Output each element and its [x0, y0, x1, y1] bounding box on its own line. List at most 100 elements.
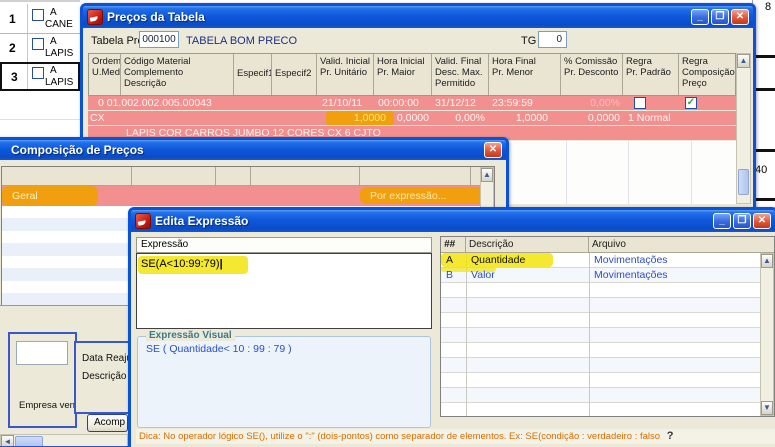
- expressao-visual-value: SE ( Quantidade< 10 : 99 : 79 ): [146, 343, 292, 355]
- variable-descricao: Quantidade: [471, 254, 526, 266]
- column-header[interactable]: ##: [441, 237, 466, 252]
- column-header[interactable]: [471, 167, 480, 185]
- composicao-grid-header: [2, 167, 480, 186]
- hint-bar: Dica: No operador lógico SE(), utilize o…: [136, 429, 775, 444]
- item-type: A: [50, 7, 57, 18]
- acompanha-button[interactable]: Acomp: [87, 414, 128, 432]
- pr-desconto: 0,0000: [587, 112, 620, 124]
- variable-arquivo: Movimentações: [594, 269, 668, 281]
- strip-value: 40: [755, 164, 768, 176]
- empresa-field[interactable]: [16, 341, 68, 365]
- valid-inicial: 21/10/11: [322, 97, 363, 109]
- por-expressao-link[interactable]: Por expressão...: [370, 186, 446, 206]
- column-header[interactable]: Ordem U.Med.: [89, 54, 121, 95]
- column-header[interactable]: [216, 167, 251, 185]
- row-checkbox[interactable]: [32, 38, 44, 50]
- minimize-button[interactable]: _: [691, 9, 709, 25]
- descricao-label: Descrição: [82, 371, 127, 382]
- variables-vertical-scrollbar[interactable]: ▲ ▼: [760, 253, 774, 416]
- window-title: Composição de Preços: [11, 143, 144, 157]
- scroll-up-arrow[interactable]: ▲: [737, 54, 750, 68]
- column-header[interactable]: Hora Final Pr. Menor: [489, 54, 561, 95]
- maximize-button[interactable]: ❐: [711, 9, 729, 25]
- empresa-groupbox: Empresa venc: [8, 332, 80, 428]
- regra-composicao-checkbox[interactable]: ✓: [685, 97, 697, 109]
- edita-titlebar[interactable]: Edita Expressão _ ❐ ✕: [131, 210, 775, 232]
- item-name: LAPIS: [45, 77, 74, 88]
- regra-padrao-checkbox[interactable]: [634, 97, 646, 109]
- minimize-button[interactable]: _: [713, 213, 731, 229]
- variables-grid: ## Descrição Arquivo A Quantidade Movime…: [440, 236, 775, 417]
- precos-grid-header: Ordem U.Med. Código Material Complemento…: [88, 53, 736, 96]
- scroll-up-arrow[interactable]: ▲: [481, 168, 493, 182]
- column-header[interactable]: [2, 167, 132, 185]
- tg-input[interactable]: 0: [538, 31, 567, 48]
- scroll-up-arrow[interactable]: ▲: [761, 254, 773, 268]
- regra-nome: 1 Normal: [628, 112, 671, 124]
- close-button[interactable]: ✕: [731, 9, 749, 25]
- column-header[interactable]: Regra Composição Preço: [679, 54, 737, 95]
- price-row-1[interactable]: 0 01.002.002.005.00043 21/10/11 00:00:00…: [88, 96, 736, 110]
- column-header[interactable]: Valid. Inicial Pr. Unitário: [317, 54, 374, 95]
- app-icon: [135, 213, 151, 229]
- column-header[interactable]: Código Material Complemento Descrição: [121, 54, 234, 95]
- column-header[interactable]: % Comissão Pr. Desconto: [561, 54, 623, 95]
- table-row-selected[interactable]: 3 A LAPIS: [0, 62, 80, 91]
- column-header[interactable]: Regra Pr. Padrão: [623, 54, 679, 95]
- table-row[interactable]: 2 A LAPIS: [0, 33, 80, 63]
- reajuste-groupbox: Data Reaju Descrição: [74, 341, 134, 414]
- window-title: Edita Expressão: [155, 214, 249, 228]
- composicao-titlebar[interactable]: Composição de Preços ✕: [0, 140, 506, 160]
- column-header[interactable]: Descrição: [466, 237, 589, 252]
- table-row[interactable]: 1 A CANE: [0, 4, 80, 34]
- column-header[interactable]: Especif2: [272, 54, 317, 95]
- expressao-visual-label: Expressão Visual: [146, 330, 235, 341]
- variable-descricao: Valor: [471, 269, 495, 281]
- row-number: 1: [9, 12, 16, 26]
- tabela-preco-input[interactable]: 000100: [139, 31, 179, 48]
- row-number: 2: [9, 41, 16, 55]
- pr-menor: 1,0000: [515, 112, 548, 124]
- expressao-visual-group: Expressão Visual SE ( Quantidade< 10 : 9…: [137, 330, 431, 428]
- expressao-header-label: Expressão: [141, 239, 189, 250]
- expressao-value: SE(A<10:99:79): [141, 258, 220, 270]
- app-icon: [87, 9, 103, 25]
- expressao-textarea[interactable]: SE(A<10:99:79)|: [136, 253, 432, 329]
- scroll-thumb[interactable]: [738, 169, 749, 195]
- precos-titlebar[interactable]: Preços da Tabela _ ❐ ✕: [83, 6, 753, 28]
- column-header[interactable]: [251, 167, 360, 185]
- ordem-codigo: 0 01.002.002.005.00043: [98, 97, 212, 109]
- column-header[interactable]: Especif1: [234, 54, 272, 95]
- column-header[interactable]: Hora Inicial Pr. Maior: [374, 54, 432, 95]
- column-header[interactable]: [132, 167, 216, 185]
- row-checkbox[interactable]: [32, 9, 44, 21]
- variable-id: B: [446, 269, 454, 281]
- close-button[interactable]: ✕: [484, 142, 502, 158]
- variable-row[interactable]: B Valor Movimentações: [441, 268, 760, 282]
- column-header[interactable]: Valid. Final Desc. Max. Permitido: [432, 54, 489, 95]
- item-name: LAPIS: [45, 48, 74, 59]
- expressao-header: Expressão: [136, 237, 432, 253]
- hora-inicial: 00:00:00: [378, 97, 419, 109]
- empresa-label: Empresa venc: [19, 400, 80, 411]
- close-button[interactable]: ✕: [753, 213, 771, 229]
- hint-text: Dica: No operador lógico SE(), utilize o…: [139, 431, 661, 442]
- hora-final: 23:59:59: [492, 97, 533, 109]
- scroll-down-arrow[interactable]: ▼: [761, 401, 773, 415]
- data-reajuste-label: Data Reaju: [82, 353, 133, 364]
- help-icon[interactable]: ?: [663, 430, 674, 442]
- tg-label: TG: [521, 35, 537, 47]
- column-header[interactable]: Arquivo: [589, 237, 760, 252]
- edita-expressao-window: Edita Expressão _ ❐ ✕ Expressão SE(A<10:…: [128, 207, 775, 447]
- variable-row[interactable]: A Quantidade Movimentações: [441, 253, 760, 272]
- variables-grid-header: ## Descrição Arquivo: [441, 237, 774, 253]
- precos-vertical-scrollbar[interactable]: ▲: [736, 53, 751, 204]
- composicao-row-geral[interactable]: Geral Por expressão...: [2, 186, 480, 206]
- row-checkbox[interactable]: [32, 67, 44, 79]
- price-row-2[interactable]: CX 1,0000 0,0000 0,00% 1,0000 0,0000 1 N…: [88, 111, 736, 125]
- pr-maior: 0,0000: [396, 112, 429, 124]
- column-header[interactable]: [360, 167, 471, 185]
- strip-value: 8: [765, 1, 772, 13]
- window-title: Preços da Tabela: [107, 10, 205, 24]
- maximize-button[interactable]: ❐: [733, 213, 751, 229]
